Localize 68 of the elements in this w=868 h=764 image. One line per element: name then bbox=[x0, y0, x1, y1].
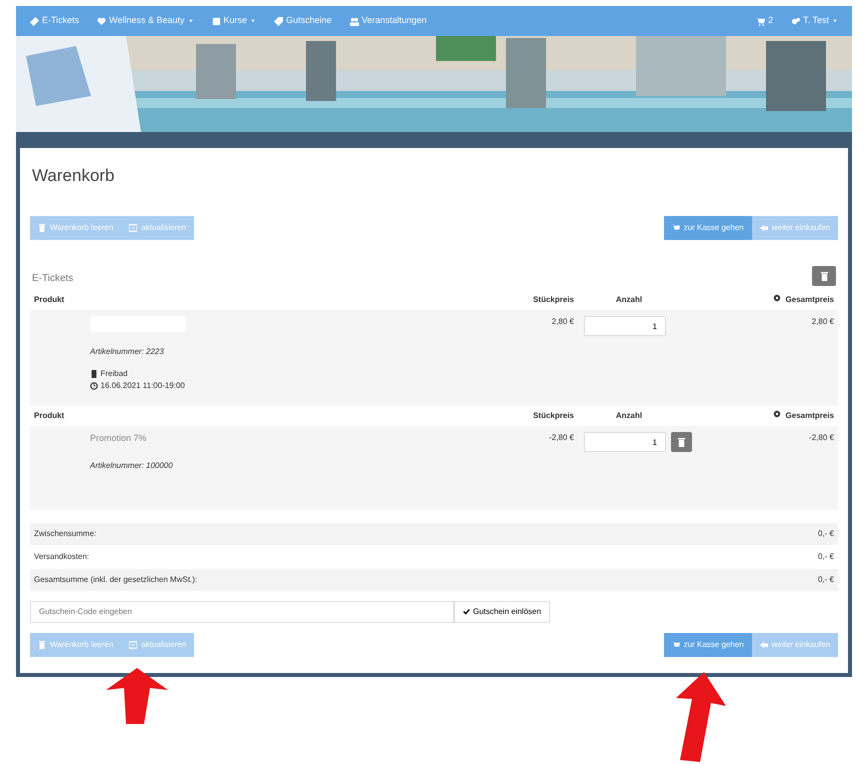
cart-link[interactable]: 2 bbox=[756, 14, 774, 28]
ticket-icon bbox=[30, 16, 39, 26]
column-header: Stückpreis bbox=[532, 294, 574, 306]
action-button[interactable]: zur Kasse gehen bbox=[664, 632, 752, 657]
refresh-icon bbox=[129, 224, 138, 232]
reply-icon bbox=[760, 640, 768, 649]
redeem-button[interactable]: Gutschein einlösen bbox=[454, 600, 550, 623]
action-button[interactable]: Warenkorb leeren bbox=[30, 632, 122, 657]
nav-link[interactable]: Wellness & Beauty bbox=[97, 14, 194, 28]
nav-link[interactable]: Veranstaltungen bbox=[350, 14, 427, 28]
cart-icon bbox=[672, 224, 680, 232]
total-label: Versandkosten: bbox=[34, 550, 90, 563]
check-icon bbox=[463, 608, 470, 616]
gear-icon bbox=[772, 294, 781, 302]
date-time-text: 16.06.2021 11:00-19:00 bbox=[100, 380, 185, 392]
total-label: Gesamtsumme (inkl. der gesetzlichen MwSt.): bbox=[34, 574, 198, 586]
column-header: Stückpreis bbox=[532, 410, 574, 422]
action-button[interactable]: aktualisieren bbox=[121, 216, 194, 240]
section-heading: E-Tickets bbox=[32, 272, 74, 286]
total-price: 2,80 € bbox=[812, 317, 834, 326]
total-value: 0,- € bbox=[818, 528, 834, 540]
column-header: Produkt bbox=[34, 410, 66, 422]
location-text: Freibad bbox=[100, 368, 128, 380]
cart-icon bbox=[672, 640, 680, 649]
total-value: 0,- € bbox=[818, 550, 834, 563]
caret-icon bbox=[832, 18, 838, 24]
column-header: Gesamtpreis bbox=[786, 410, 834, 422]
column-header: Anzahl bbox=[614, 294, 644, 306]
action-button[interactable]: aktualisieren bbox=[121, 632, 194, 657]
nav-link[interactable]: E-Tickets bbox=[30, 14, 80, 28]
action-button[interactable]: weiter einkaufen bbox=[752, 216, 838, 240]
total-label: Zwischensumme: bbox=[34, 528, 96, 540]
column-header: Anzahl bbox=[614, 410, 644, 422]
tag-icon bbox=[274, 16, 284, 26]
column-header: Gesamtpreis bbox=[786, 294, 834, 306]
clock-icon bbox=[90, 382, 98, 390]
unit-price: -2,80 € bbox=[549, 433, 574, 442]
voucher-field[interactable]: Gutschein-Code eingeben bbox=[30, 600, 454, 623]
trash-icon bbox=[38, 224, 46, 232]
people-icon bbox=[350, 16, 359, 26]
column-header: Produkt bbox=[34, 294, 66, 306]
unit-price: 2,80 € bbox=[552, 317, 574, 326]
article-number: Artikelnummer: 2223 bbox=[90, 346, 165, 358]
user-menu[interactable]: T. Test bbox=[791, 14, 838, 28]
delete-button[interactable] bbox=[671, 432, 692, 452]
reply-icon bbox=[760, 224, 768, 232]
action-button[interactable]: weiter einkaufen bbox=[752, 632, 838, 657]
article-number: Artikelnummer: 100000 bbox=[90, 460, 174, 472]
action-button[interactable]: Warenkorb leeren bbox=[30, 216, 122, 240]
trash-icon bbox=[677, 438, 686, 447]
arrow-drawing bbox=[106, 668, 168, 724]
trash-icon bbox=[38, 640, 46, 649]
quantity-field[interactable]: 1 bbox=[584, 432, 666, 452]
heart-icon bbox=[97, 16, 106, 26]
delete-button[interactable] bbox=[812, 266, 836, 286]
action-button[interactable]: zur Kasse gehen bbox=[664, 216, 752, 240]
page-title: Warenkorb bbox=[32, 166, 116, 186]
refresh-icon bbox=[129, 640, 138, 649]
building-icon bbox=[90, 370, 98, 378]
nav-link[interactable]: Gutscheine bbox=[274, 14, 332, 28]
quantity-field[interactable]: 1 bbox=[584, 316, 666, 336]
nav-link[interactable]: Kurse bbox=[212, 14, 256, 28]
total-value: 0,- € bbox=[818, 574, 834, 586]
cart-icon bbox=[756, 16, 766, 26]
trash-icon bbox=[820, 272, 828, 281]
total-price: -2,80 € bbox=[809, 433, 834, 442]
gear-icon bbox=[772, 410, 781, 418]
product-name: Promotion 7% bbox=[90, 432, 148, 446]
